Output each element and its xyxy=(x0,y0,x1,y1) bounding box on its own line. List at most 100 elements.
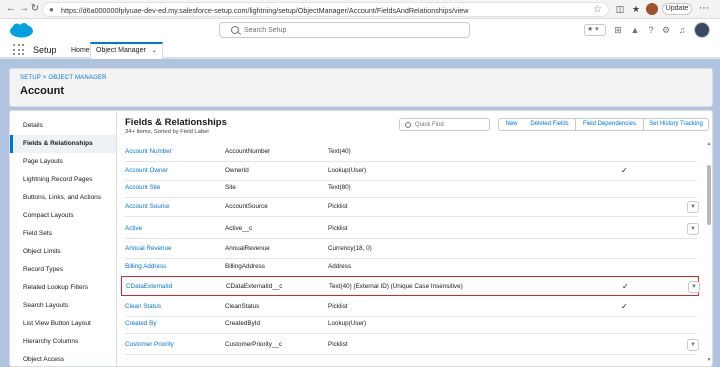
field-dependencies-button[interactable]: Field Dependencies xyxy=(576,118,644,131)
tab-object-manager[interactable]: Object Manager ⌄ xyxy=(90,42,163,59)
sidebar-item-field-sets[interactable]: Field Sets xyxy=(10,225,116,243)
user-avatar[interactable] xyxy=(694,22,710,38)
setup-gear-icon[interactable]: ⚙ xyxy=(660,24,672,36)
table-scrollbar[interactable]: ▲ ▼ xyxy=(706,141,712,366)
field-data-type: Lookup(User) xyxy=(328,167,367,174)
chevron-down-icon[interactable]: ⌄ xyxy=(152,48,157,54)
sidebar-item-object-limits[interactable]: Object Limits xyxy=(10,243,116,261)
sidebar-item-related-lookup-filters[interactable]: Related Lookup Filters xyxy=(10,279,116,297)
favorites-icon[interactable]: ★ xyxy=(630,3,642,15)
field-label-link[interactable]: Account Source xyxy=(125,203,169,210)
app-launcher-icon[interactable] xyxy=(13,44,25,56)
sidebar-item-compact-layouts[interactable]: Compact Layouts xyxy=(10,207,116,225)
split-screen-icon[interactable]: ◫ xyxy=(614,3,626,15)
sidebar-item-details[interactable]: Details xyxy=(10,117,116,135)
set-history-tracking-button[interactable]: Set History Tracking xyxy=(644,118,709,131)
search-setup-input[interactable]: Search Setup xyxy=(219,22,470,38)
salesforce-cloud-logo[interactable] xyxy=(9,22,34,39)
field-data-type: Currency(18, 0) xyxy=(328,245,372,252)
field-api-name: AccountNumber xyxy=(225,148,271,155)
sidebar-item-buttons-links-actions[interactable]: Buttons, Links, and Actions xyxy=(10,189,116,207)
row-actions-dropdown[interactable]: ▼ xyxy=(687,339,699,351)
bookmark-star-icon[interactable]: ☆ xyxy=(593,4,602,15)
help-icon[interactable]: ? xyxy=(645,24,657,36)
search-icon xyxy=(405,122,411,128)
object-manager-content: Details Fields & Relationships Page Layo… xyxy=(9,110,713,367)
field-api-name: CDataExternalId__c xyxy=(226,283,283,290)
browser-more-icon[interactable]: ⋯ xyxy=(699,3,709,14)
field-data-type: Picklist xyxy=(328,303,348,310)
sidebar-item-object-access[interactable]: Object Access xyxy=(10,351,116,366)
row-actions-dropdown[interactable]: ▼ xyxy=(687,223,699,235)
app-name: Setup xyxy=(33,45,57,55)
field-data-type: Address xyxy=(328,263,352,270)
row-actions-dropdown[interactable]: ▼ xyxy=(688,281,700,293)
table-row: Active Active__c Picklist ▼ xyxy=(125,219,699,239)
row-actions-dropdown[interactable]: ▼ xyxy=(687,201,699,213)
page-title: Account xyxy=(20,85,64,97)
quick-find-input[interactable]: Quick Find xyxy=(399,118,490,131)
field-data-type: Picklist xyxy=(328,341,348,348)
field-data-type: Picklist xyxy=(328,225,348,232)
scrollbar-thumb[interactable] xyxy=(707,165,711,225)
new-button[interactable]: New xyxy=(498,118,525,131)
field-label-link[interactable]: CDataExternalId xyxy=(126,283,172,290)
field-api-name: CustomerPriority__c xyxy=(225,341,283,348)
browser-update-button[interactable]: Update xyxy=(662,3,692,15)
indexed-check-icon: ✓ xyxy=(621,302,628,311)
favorites-button[interactable]: ★ ▾ xyxy=(584,24,606,36)
sidebar-item-record-types[interactable]: Record Types xyxy=(10,261,116,279)
field-data-type: Text(40) xyxy=(328,148,351,155)
field-api-name: Active__c xyxy=(225,225,253,232)
field-label-link[interactable]: Account Site xyxy=(125,184,160,191)
field-api-name: OwnerId xyxy=(225,167,249,174)
breadcrumb[interactable]: SETUP > OBJECT MANAGER xyxy=(20,75,107,81)
field-label-link[interactable]: Created By xyxy=(125,320,157,327)
field-api-name: AnnualRevenue xyxy=(225,245,270,252)
field-api-name: Site xyxy=(225,184,236,191)
field-label-link[interactable]: Billing Address xyxy=(125,263,166,270)
sidebar-item-hierarchy-columns[interactable]: Hierarchy Columns xyxy=(10,333,116,351)
browser-toolbar: ← → ↻ ● https://d6a000000fplyuae-dev-ed.… xyxy=(0,0,720,19)
global-actions-icon[interactable]: ⊞ xyxy=(612,24,624,36)
scroll-down-icon[interactable]: ▼ xyxy=(706,357,712,363)
url-text: https://d6a000000fplyuae-dev-ed.my.sales… xyxy=(61,6,469,15)
notifications-bell-icon[interactable]: ♫ xyxy=(676,24,688,36)
global-header: Search Setup ★ ▾ ⊞ ▲ ? ⚙ ♫ xyxy=(0,19,720,42)
search-icon xyxy=(231,26,239,34)
search-placeholder: Search Setup xyxy=(244,27,287,34)
field-label-link[interactable]: Clean Status xyxy=(125,303,161,310)
sidebar-item-search-layouts[interactable]: Search Layouts xyxy=(10,297,116,315)
scroll-up-icon[interactable]: ▲ xyxy=(706,141,712,147)
object-sidebar: Details Fields & Relationships Page Layo… xyxy=(10,111,117,366)
reload-icon[interactable]: ↻ xyxy=(29,3,41,15)
field-data-type: Picklist xyxy=(328,203,348,210)
quick-find-placeholder: Quick Find xyxy=(415,122,444,128)
field-label-link[interactable]: Account Owner xyxy=(125,167,168,174)
tab-object-manager-label: Object Manager xyxy=(96,47,146,54)
object-header: SETUP > OBJECT MANAGER Account xyxy=(9,68,713,107)
field-api-name: CreatedById xyxy=(225,320,261,327)
sidebar-item-page-layouts[interactable]: Page Layouts xyxy=(10,153,116,171)
sidebar-item-list-view-button-layout[interactable]: List View Button Layout xyxy=(10,315,116,333)
item-count: 34+ Items, Sorted by Field Label xyxy=(125,129,209,135)
deleted-fields-button[interactable]: Deleted Fields xyxy=(524,118,576,131)
address-bar[interactable]: ● https://d6a000000fplyuae-dev-ed.my.sal… xyxy=(42,2,609,17)
field-label-link[interactable]: Account Number xyxy=(125,148,172,155)
browser-profile-avatar[interactable] xyxy=(646,3,658,15)
app-navigation-bar: Setup Home Object Manager ⌄ xyxy=(0,42,720,59)
table-row: Account Source AccountSource Picklist ▼ xyxy=(125,197,699,217)
trailhead-icon[interactable]: ▲ xyxy=(629,24,641,36)
field-label-link[interactable]: Active xyxy=(125,225,142,232)
field-label-link[interactable]: Customer Priority xyxy=(125,341,174,348)
field-api-name: BillingAddress xyxy=(225,263,265,270)
sidebar-item-lightning-record-pages[interactable]: Lightning Record Pages xyxy=(10,171,116,189)
indexed-check-icon: ✓ xyxy=(622,282,629,291)
table-row: Created By CreatedById Lookup(User) xyxy=(125,314,697,334)
back-icon[interactable]: ← xyxy=(5,3,17,15)
table-row: Customer Priority CustomerPriority__c Pi… xyxy=(125,335,699,355)
table-row: Account Number AccountNumber Text(40) xyxy=(125,142,697,162)
field-api-name: CleanStatus xyxy=(225,303,260,310)
sidebar-item-fields-relationships[interactable]: Fields & Relationships xyxy=(10,135,116,153)
field-label-link[interactable]: Annual Revenue xyxy=(125,245,172,252)
